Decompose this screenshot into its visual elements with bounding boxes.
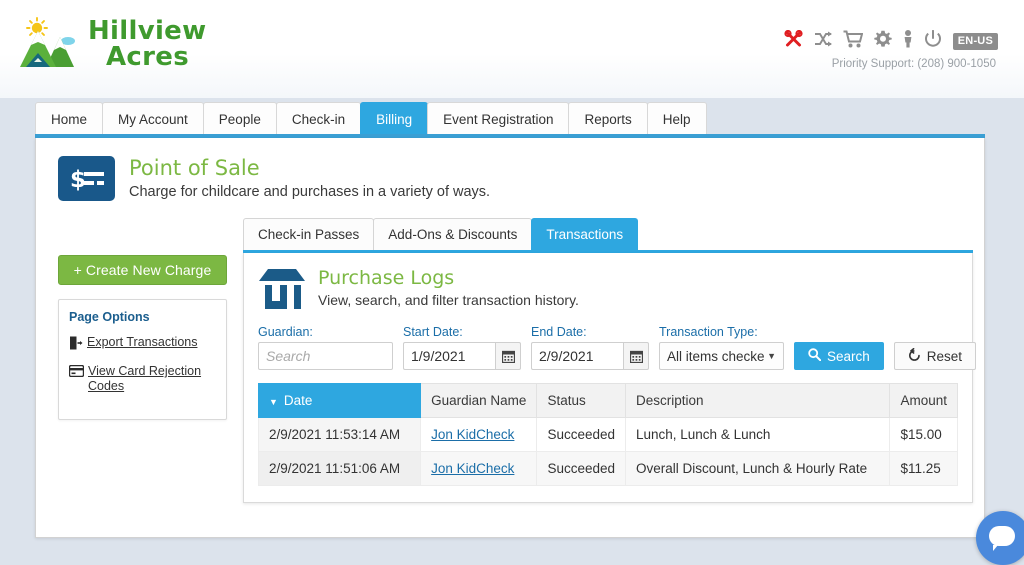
end-date-calendar-icon[interactable]	[623, 342, 649, 370]
purchase-logs-header: Purchase Logs View, search, and filter t…	[258, 267, 958, 311]
purchase-logs-title: Purchase Logs	[318, 267, 455, 289]
search-button-label: Search	[827, 348, 870, 364]
storefront-icon	[258, 267, 306, 311]
brand-name: Hillview Acres	[88, 18, 206, 70]
chat-support-button[interactable]	[976, 511, 1024, 565]
transaction-type-value: All items checke	[667, 348, 765, 364]
search-icon	[808, 348, 822, 364]
page-subtitle: Charge for childcare and purchases in a …	[129, 184, 491, 200]
cell-amount: $11.25	[889, 451, 958, 486]
column-header-status[interactable]: Status	[536, 383, 626, 418]
power-icon[interactable]	[924, 29, 942, 53]
gear-icon[interactable]	[874, 30, 892, 53]
sub-tab-transactions[interactable]: Transactions	[531, 218, 639, 250]
cart-icon[interactable]	[843, 30, 864, 53]
cell-guardian-name: Jon KidCheck	[420, 451, 538, 486]
transactions-table: ▼ Date Guardian Name Status Description A…	[257, 383, 958, 486]
export-transactions-label: Export Transactions	[87, 335, 198, 349]
export-transactions-link[interactable]: Export Transactions	[69, 335, 216, 353]
page-header: $ Point of Sale Charge for childcare and…	[58, 156, 490, 201]
guardian-field-group: Guardian:	[258, 325, 393, 370]
purchase-logs-card: Purchase Logs View, search, and filter t…	[243, 253, 977, 503]
transaction-type-field-group: Transaction Type: All items checke ▼	[659, 325, 784, 370]
column-header-date[interactable]: ▼ Date	[257, 383, 422, 418]
sub-tab-bar: Check-in Passes Add-Ons & Discounts Tran…	[243, 218, 973, 250]
nav-tab-billing[interactable]: Billing	[360, 102, 429, 135]
view-card-rejection-codes-link[interactable]: View Card Rejection Codes	[68, 364, 216, 394]
chat-bubble-icon	[989, 526, 1015, 551]
left-sidebar: + Create New Charge Page Options Export …	[58, 255, 228, 420]
column-header-guardian-name[interactable]: Guardian Name	[420, 383, 538, 418]
priority-support-text: Priority Support: (208) 900-1050	[831, 58, 996, 70]
reset-button-label: Reset	[926, 348, 963, 364]
page-options-title: Page Options	[69, 310, 150, 324]
credit-card-icon	[68, 364, 85, 380]
end-date-input[interactable]	[531, 342, 623, 370]
sub-tab-add-ons-discounts[interactable]: Add-Ons & Discounts	[373, 218, 533, 250]
cell-status: Succeeded	[536, 417, 626, 452]
cell-description: Lunch, Lunch & Lunch	[624, 417, 891, 452]
start-date-label: Start Date:	[403, 325, 463, 339]
table-row: 2/9/2021 11:53:14 AM Jon KidCheck Succee…	[257, 417, 958, 452]
reset-arrow-icon	[908, 348, 921, 364]
table-header-row: ▼ Date Guardian Name Status Description A…	[257, 383, 958, 418]
end-date-field-group: End Date:	[531, 325, 649, 370]
cell-amount: $15.00	[889, 417, 958, 452]
nav-tab-reports[interactable]: Reports	[568, 102, 648, 135]
transactions-section: Check-in Passes Add-Ons & Discounts Tran…	[243, 218, 977, 503]
column-header-amount[interactable]: Amount	[889, 383, 958, 418]
shuffle-icon[interactable]	[814, 31, 832, 52]
column-header-description[interactable]: Description	[624, 383, 891, 418]
nav-tab-my-account[interactable]: My Account	[102, 102, 204, 135]
sub-tab-check-in-passes[interactable]: Check-in Passes	[243, 218, 375, 250]
brand-logo[interactable]: Hillview Acres	[16, 15, 206, 73]
cell-date: 2/9/2021 11:53:14 AM	[257, 417, 422, 452]
nav-tab-people[interactable]: People	[202, 102, 277, 135]
nav-tab-event-registration[interactable]: Event Registration	[427, 102, 570, 135]
nav-tab-home[interactable]: Home	[35, 102, 104, 135]
export-document-icon	[69, 336, 83, 353]
page-options-panel: Page Options Export Transactions View Ca…	[58, 299, 227, 420]
start-date-field-group: Start Date:	[403, 325, 521, 370]
create-new-charge-button[interactable]: + Create New Charge	[58, 255, 227, 285]
filter-bar: Guardian: Start Date:	[258, 325, 977, 370]
cell-description: Overall Discount, Lunch & Hourly Rate	[624, 451, 891, 486]
dollar-card-icon: $	[58, 156, 115, 201]
svg-text:$: $	[70, 167, 86, 193]
chevron-down-icon: ▼	[767, 351, 776, 361]
table-row: 2/9/2021 11:51:06 AM Jon KidCheck Succee…	[257, 451, 958, 486]
view-card-rejection-codes-label: View Card Rejection Codes	[88, 364, 202, 393]
tools-icon[interactable]	[784, 29, 803, 53]
guardian-search-input[interactable]	[258, 342, 393, 370]
transaction-type-select[interactable]: All items checke ▼	[659, 342, 784, 370]
start-date-calendar-icon[interactable]	[495, 342, 521, 370]
sort-descending-icon: ▼	[269, 397, 278, 407]
reset-button[interactable]: Reset	[893, 342, 977, 370]
guardian-link[interactable]: Jon KidCheck	[431, 427, 514, 442]
cell-guardian-name: Jon KidCheck	[420, 417, 538, 452]
guardian-label: Guardian:	[258, 325, 313, 339]
column-header-date-label: Date	[283, 393, 313, 408]
person-icon[interactable]	[903, 30, 913, 53]
cell-status: Succeeded	[536, 451, 626, 486]
hillview-acres-logo-icon	[16, 15, 80, 73]
content-panel: $ Point of Sale Charge for childcare and…	[35, 138, 985, 538]
main-navigation: Home My Account People Check-in Billing …	[35, 102, 707, 135]
nav-tab-help[interactable]: Help	[646, 102, 707, 135]
transaction-type-label: Transaction Type:	[659, 325, 758, 339]
top-header: Hillview Acres EN-US Priority Support: (…	[0, 0, 1024, 98]
guardian-link[interactable]: Jon KidCheck	[431, 461, 514, 476]
brand-line-2: Acres	[106, 42, 189, 72]
search-button[interactable]: Search	[794, 342, 884, 370]
page-title: Point of Sale	[129, 156, 260, 180]
header-icon-bar: EN-US	[784, 29, 998, 53]
start-date-input[interactable]	[403, 342, 495, 370]
language-badge[interactable]: EN-US	[952, 33, 998, 50]
nav-tab-check-in[interactable]: Check-in	[275, 102, 362, 135]
end-date-label: End Date:	[531, 325, 587, 339]
cell-date: 2/9/2021 11:51:06 AM	[257, 451, 422, 486]
purchase-logs-subtitle: View, search, and filter transaction his…	[318, 292, 579, 308]
